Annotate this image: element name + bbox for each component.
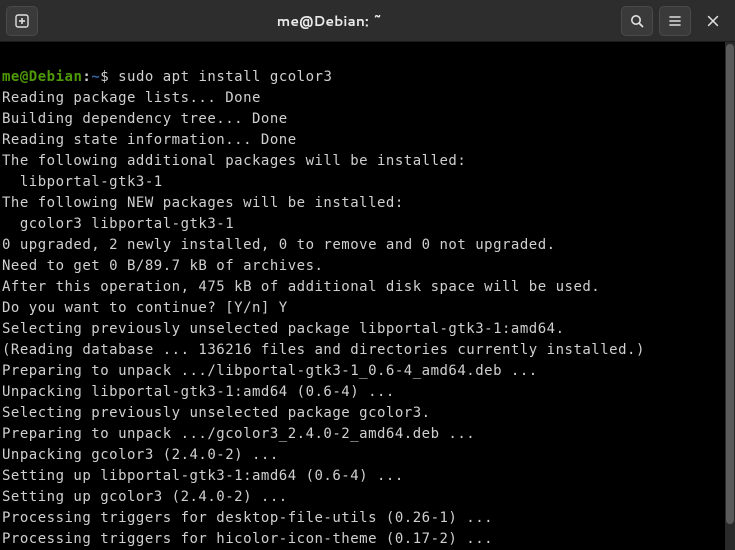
output-line: Processing triggers for desktop-file-uti… [2, 510, 493, 526]
output-line: Reading package lists... Done [2, 90, 261, 106]
output-line: 0 upgraded, 2 newly installed, 0 to remo… [2, 237, 556, 253]
prompt-line: me@Debian:~$ sudo apt install gcolor3 [2, 69, 332, 85]
terminal-area: me@Debian:~$ sudo apt install gcolor3 Re… [0, 42, 735, 550]
search-button[interactable] [621, 6, 653, 36]
hamburger-icon [667, 13, 683, 29]
command-text: sudo apt install gcolor3 [118, 69, 332, 85]
output-line: Do you want to continue? [Y/n] Y [2, 300, 288, 316]
terminal-output[interactable]: me@Debian:~$ sudo apt install gcolor3 Re… [0, 42, 725, 550]
close-button[interactable] [697, 6, 729, 36]
plus-icon [14, 13, 30, 29]
prompt-colon: : [82, 69, 91, 85]
new-tab-button[interactable] [6, 6, 38, 36]
output-line: The following NEW packages will be insta… [2, 195, 404, 211]
output-line: Setting up libportal-gtk3-1:amd64 (0.6-4… [2, 468, 404, 484]
output-line: Unpacking gcolor3 (2.4.0-2) ... [2, 447, 279, 463]
output-line: Need to get 0 B/89.7 kB of archives. [2, 258, 323, 274]
prompt-host: Debian [29, 69, 83, 85]
output-line: Selecting previously unselected package … [2, 321, 565, 337]
output-line: libportal-gtk3-1 [2, 174, 163, 190]
scrollbar[interactable] [725, 42, 735, 550]
output-line: Selecting previously unselected package … [2, 405, 431, 421]
prompt-user: me [2, 69, 20, 85]
output-line: Preparing to unpack .../gcolor3_2.4.0-2_… [2, 426, 475, 442]
output-line: After this operation, 475 kB of addition… [2, 279, 600, 295]
prompt-at: @ [20, 69, 29, 85]
prompt-path: ~ [91, 69, 100, 85]
close-icon [706, 14, 720, 28]
output-line: Setting up gcolor3 (2.4.0-2) ... [2, 489, 288, 505]
scrollbar-thumb[interactable] [726, 44, 734, 524]
output-line: (Reading database ... 136216 files and d… [2, 342, 645, 358]
output-line: Building dependency tree... Done [2, 111, 288, 127]
menu-button[interactable] [659, 6, 691, 36]
output-line: Preparing to unpack .../libportal-gtk3-1… [2, 363, 538, 379]
output-line: Unpacking libportal-gtk3-1:amd64 (0.6-4)… [2, 384, 395, 400]
titlebar: me@Debian: ~ [0, 0, 735, 42]
output-line: The following additional packages will b… [2, 153, 466, 169]
window-title: me@Debian: ~ [44, 11, 615, 31]
search-icon [629, 13, 645, 29]
output-line: Processing triggers for hicolor-icon-the… [2, 531, 493, 547]
output-line: Reading state information... Done [2, 132, 297, 148]
output-line: gcolor3 libportal-gtk3-1 [2, 216, 234, 232]
prompt-dollar: $ [100, 69, 118, 85]
